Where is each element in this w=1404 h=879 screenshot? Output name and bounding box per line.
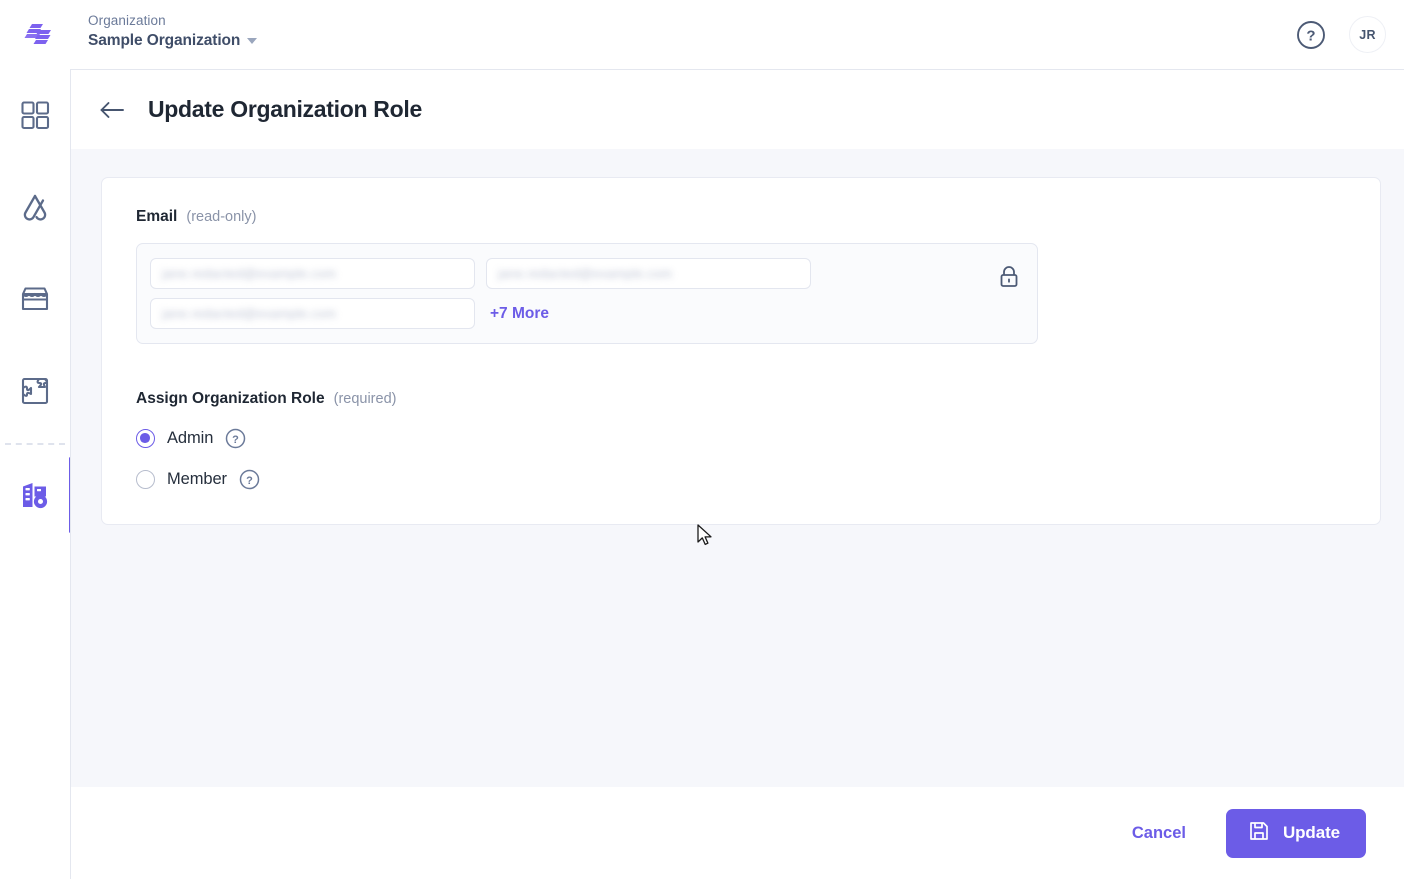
organization-label: Organization bbox=[88, 13, 166, 28]
arch-flow-icon bbox=[23, 194, 47, 221]
help-button[interactable]: ? bbox=[1295, 19, 1326, 50]
question-circle-icon: ? bbox=[1296, 20, 1325, 49]
role-field-hint: (required) bbox=[333, 391, 397, 407]
radio-admin-label: Admin bbox=[167, 429, 214, 447]
email-chips-container: jane.redacted@example.com jane.redacted@… bbox=[136, 243, 1038, 344]
cancel-button[interactable]: Cancel bbox=[1118, 814, 1200, 853]
stacked-layers-logo-icon bbox=[24, 24, 51, 44]
email-chip-row-1: jane.redacted@example.com jane.redacted@… bbox=[150, 258, 1023, 289]
update-button-label: Update bbox=[1282, 823, 1340, 842]
page-header: Update Organization Role bbox=[71, 70, 1404, 149]
organization-name-row[interactable]: Sample Organization bbox=[88, 31, 258, 50]
role-section: Assign Organization Role (required) Admi… bbox=[136, 390, 1346, 490]
page-title: Update Organization Role bbox=[148, 96, 422, 122]
email-chip: jane.redacted@example.com bbox=[486, 258, 811, 289]
email-chip-value: jane.redacted@example.com bbox=[162, 306, 337, 321]
more-emails-link[interactable]: +7 More bbox=[490, 305, 549, 323]
back-button[interactable] bbox=[95, 93, 129, 127]
sidebar-item-marketplace[interactable] bbox=[0, 253, 70, 345]
radio-option-member[interactable]: Member ? bbox=[136, 469, 260, 490]
arrow-left-icon bbox=[100, 101, 124, 118]
puzzle-piece-icon bbox=[21, 377, 49, 405]
sidebar-item-dashboard[interactable] bbox=[0, 69, 70, 161]
content-panel: Update Organization Role Email (read-onl… bbox=[70, 69, 1404, 879]
lock-closed-icon bbox=[998, 265, 1020, 294]
form-card: Email (read-only) jane.redacted@example.… bbox=[101, 177, 1381, 525]
organization-name: Sample Organization bbox=[88, 31, 241, 49]
svg-text:?: ? bbox=[246, 475, 253, 487]
save-floppy-icon bbox=[1248, 820, 1270, 847]
email-chip: jane.redacted@example.com bbox=[150, 298, 475, 329]
top-bar: Organization Sample Organization ? JR bbox=[0, 0, 1404, 69]
avatar[interactable]: JR bbox=[1349, 16, 1386, 53]
avatar-initials: JR bbox=[1359, 27, 1376, 42]
member-help-icon[interactable]: ? bbox=[239, 469, 260, 490]
app-root: Organization Sample Organization ? JR Up… bbox=[0, 0, 1404, 879]
building-gear-icon bbox=[23, 483, 48, 509]
role-field-label: Assign Organization Role bbox=[136, 390, 325, 407]
sidebar bbox=[0, 69, 72, 879]
svg-text:?: ? bbox=[232, 434, 239, 446]
radio-admin-input[interactable] bbox=[136, 429, 155, 448]
sidebar-item-integrations[interactable] bbox=[0, 345, 70, 437]
email-chip-value: jane.redacted@example.com bbox=[498, 266, 673, 281]
question-circle-icon: ? bbox=[239, 469, 260, 490]
storefront-icon bbox=[21, 287, 49, 311]
role-field-label-row: Assign Organization Role (required) bbox=[136, 390, 1346, 408]
sidebar-item-organization-settings[interactable] bbox=[0, 449, 72, 541]
email-chip: jane.redacted@example.com bbox=[150, 258, 475, 289]
radio-member-label: Member bbox=[167, 470, 227, 488]
email-chip-row-2: jane.redacted@example.com +7 More bbox=[150, 298, 1023, 329]
svg-text:?: ? bbox=[1306, 27, 1315, 44]
update-button[interactable]: Update bbox=[1225, 808, 1366, 858]
radio-member-input[interactable] bbox=[136, 470, 155, 489]
email-chip-value: jane.redacted@example.com bbox=[162, 266, 337, 281]
form-footer: Cancel Update bbox=[71, 787, 1404, 879]
sidebar-divider bbox=[5, 443, 65, 445]
chevron-down-icon bbox=[247, 38, 258, 45]
email-field-label-row: Email (read-only) bbox=[136, 208, 1346, 226]
admin-help-icon[interactable]: ? bbox=[225, 428, 246, 449]
email-field-label: Email bbox=[136, 208, 178, 225]
question-circle-icon: ? bbox=[226, 428, 246, 449]
grid-dashboard-icon bbox=[21, 101, 50, 130]
email-field-hint: (read-only) bbox=[186, 209, 257, 225]
content-area: Email (read-only) jane.redacted@example.… bbox=[71, 149, 1404, 788]
brand-logo[interactable] bbox=[20, 14, 60, 54]
sidebar-item-pipelines[interactable] bbox=[0, 161, 70, 253]
radio-option-admin[interactable]: Admin ? bbox=[136, 428, 246, 449]
organization-switcher[interactable]: Organization Sample Organization bbox=[88, 13, 258, 50]
